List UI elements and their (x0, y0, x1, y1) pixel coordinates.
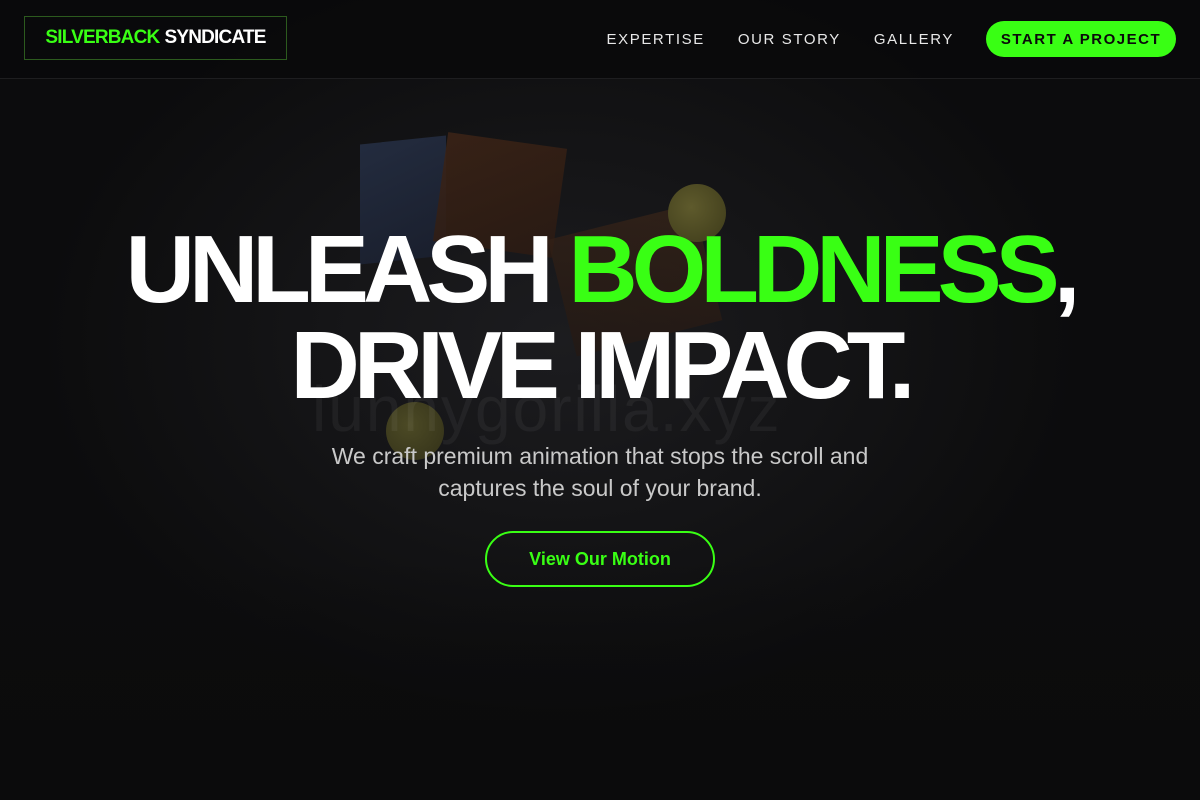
start-project-button[interactable]: START A PROJECT (986, 21, 1176, 57)
hero-subtitle-line-2: captures the soul of your brand. (438, 475, 762, 501)
hero-title: UNLEASH BOLDNESS, DRIVE IMPACT. (0, 222, 1200, 414)
main-nav: EXPERTISE OUR STORY GALLERY (607, 0, 955, 78)
view-motion-button[interactable]: View Our Motion (485, 531, 715, 587)
nav-link-expertise[interactable]: EXPERTISE (607, 31, 705, 48)
logo-plain-text: SYNDICATE (164, 27, 266, 48)
hero-title-comma: , (1053, 216, 1081, 323)
background-fade (0, 560, 1200, 800)
hero-title-line-2: DRIVE IMPACT. (290, 312, 916, 419)
site-header: SILVERBACK SYNDICATE EXPERTISE OUR STORY… (0, 0, 1200, 79)
hero-subtitle-line-1: We craft premium animation that stops th… (331, 443, 869, 469)
hero-subtitle: We craft premium animation that stops th… (0, 440, 1200, 504)
landing-page: lunnygorilla.xyz SILVERBACK SYNDICATE EX… (0, 0, 1200, 800)
hero-title-line-1: UNLEASH BOLDNESS, (0, 222, 1200, 318)
site-logo[interactable]: SILVERBACK SYNDICATE (24, 16, 287, 60)
logo-accent-text: SILVERBACK (45, 27, 160, 48)
hero-title-white-word: UNLEASH (125, 216, 554, 323)
nav-link-our-story[interactable]: OUR STORY (738, 31, 841, 48)
nav-link-gallery[interactable]: GALLERY (874, 31, 954, 48)
hero-title-green-word: BOLDNESS (568, 216, 1059, 323)
